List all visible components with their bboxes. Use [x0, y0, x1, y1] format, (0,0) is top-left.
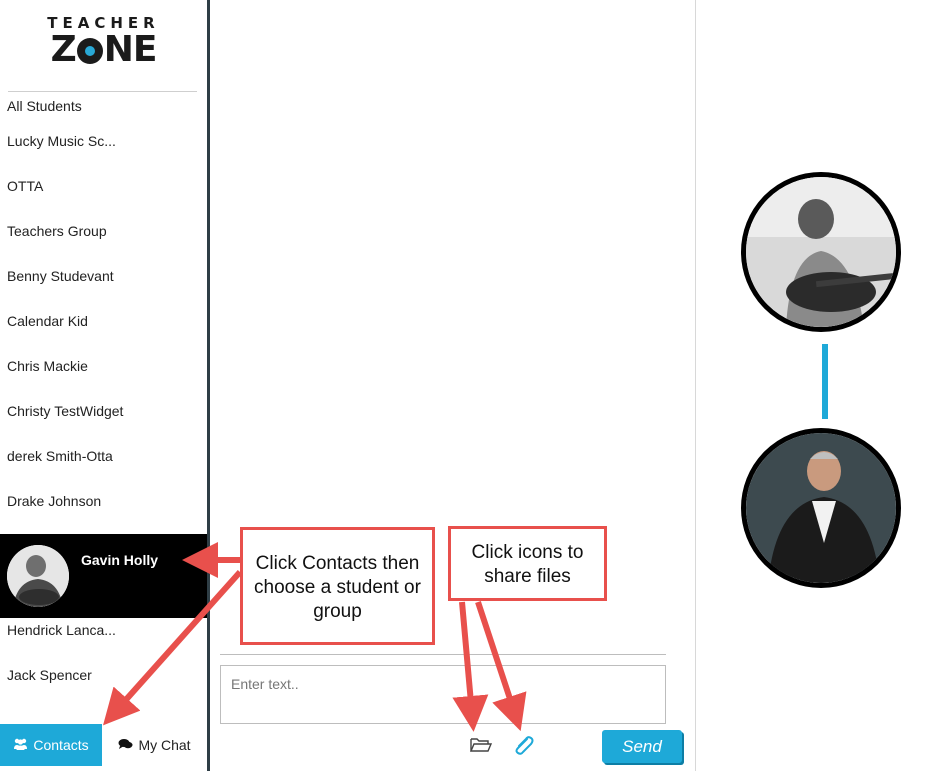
sidebar: TEACHER Z NE All Students Lucky Music Sc.… — [0, 0, 207, 771]
folder-open-icon[interactable] — [464, 729, 496, 759]
contact-name: OTTA — [7, 178, 44, 194]
users-icon — [13, 725, 28, 767]
contact-name: Christy TestWidget — [7, 403, 124, 419]
composer-divider — [220, 654, 666, 655]
tab-contacts-label: Contacts — [33, 737, 89, 753]
teacher-zone-logo: TEACHER Z NE — [0, 14, 207, 68]
teacher-photo — [741, 428, 901, 588]
contact-list: All Students Lucky Music Sc... OTTA Teac… — [0, 94, 207, 708]
send-button[interactable]: Send — [602, 730, 682, 763]
contact-item-benny-studevant[interactable]: Benny Studevant — [0, 264, 207, 309]
contact-name: Jack Spencer — [7, 667, 92, 683]
logo-o-icon — [76, 38, 103, 64]
connector-line — [822, 344, 828, 419]
logo-main-text: Z NE — [50, 29, 158, 70]
logo-divider — [8, 91, 197, 92]
chat-panel-border — [695, 0, 696, 771]
contact-item-calendar-kid[interactable]: Calendar Kid — [0, 309, 207, 354]
contact-name: Chris Mackie — [7, 358, 88, 374]
contact-name: All Students — [7, 98, 82, 114]
paperclip-icon[interactable] — [510, 731, 536, 759]
contact-item-gavin-holly[interactable]: Gavin Holly — [0, 534, 207, 618]
tab-my-chat-label: My Chat — [138, 737, 191, 753]
tab-contacts[interactable]: Contacts — [0, 724, 102, 766]
contact-name: Gavin Holly — [81, 552, 159, 568]
contact-name: Benny Studevant — [7, 268, 114, 284]
bottom-tabs: Contacts My Chat — [0, 724, 207, 766]
contact-item-christy-testwidget[interactable]: Christy TestWidget — [0, 399, 207, 444]
contact-item-lucky-music[interactable]: Lucky Music Sc... — [0, 129, 207, 174]
student-photo — [741, 172, 901, 332]
contact-name: Teachers Group — [7, 223, 107, 239]
contact-name: Drake Johnson — [7, 493, 102, 509]
contact-name: Lucky Music Sc... — [7, 133, 116, 149]
contact-name: Calendar Kid — [7, 313, 88, 329]
callout-contacts-hint: Click Contacts then choose a student or … — [240, 527, 435, 645]
contact-item-derek-smith-otta[interactable]: derek Smith-Otta — [0, 444, 207, 489]
message-input[interactable] — [220, 665, 666, 724]
avatar — [7, 545, 69, 607]
tab-my-chat[interactable]: My Chat — [102, 724, 207, 766]
contact-item-drake-johnson[interactable]: Drake Johnson — [0, 489, 207, 534]
contact-item-otta[interactable]: OTTA — [0, 174, 207, 219]
contact-item-all-students[interactable]: All Students — [0, 94, 207, 129]
contact-item-jack-spencer[interactable]: Jack Spencer — [0, 663, 207, 708]
contact-name: Hendrick Lanca... — [7, 622, 116, 638]
contact-item-teachers-group[interactable]: Teachers Group — [0, 219, 207, 264]
contact-name: derek Smith-Otta — [7, 448, 113, 464]
chat-bubbles-icon — [118, 725, 133, 767]
contact-item-hendrick-lanca[interactable]: Hendrick Lanca... — [0, 618, 207, 663]
callout-share-files-hint: Click icons to share files — [448, 526, 607, 601]
contact-item-chris-mackie[interactable]: Chris Mackie — [0, 354, 207, 399]
sidebar-divider — [207, 0, 210, 771]
